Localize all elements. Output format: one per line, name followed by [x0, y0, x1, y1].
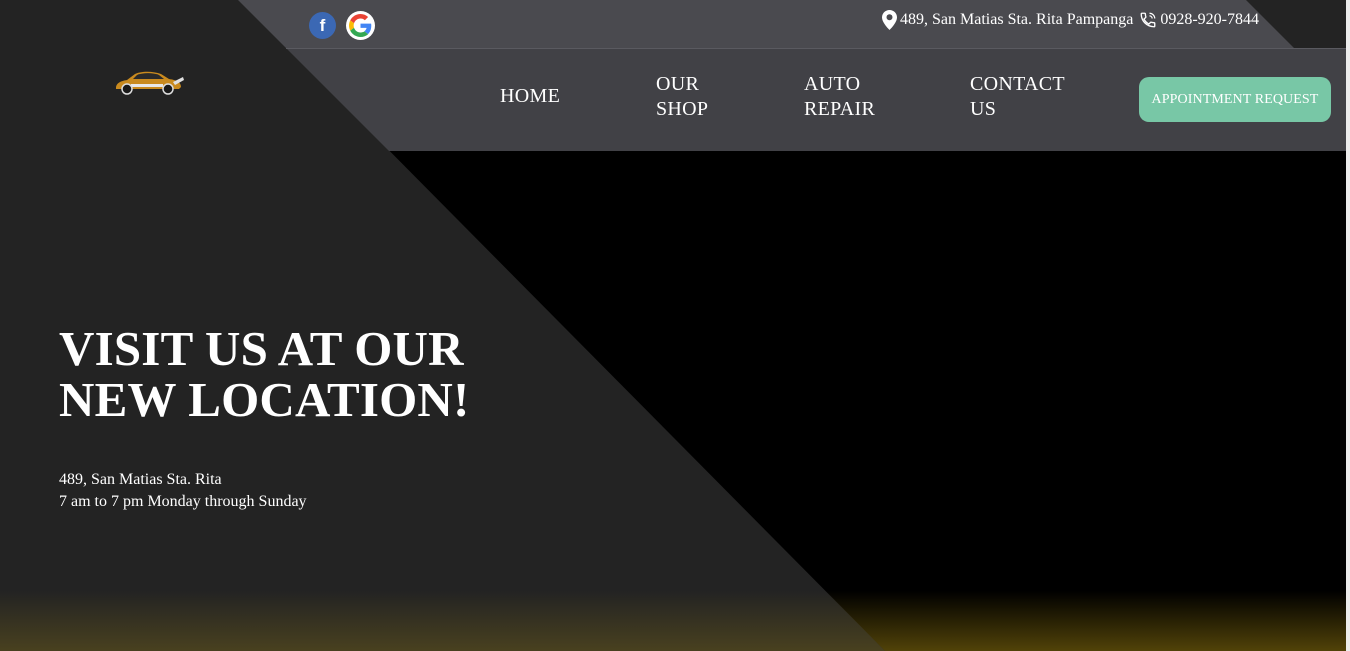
google-icon[interactable]: [346, 11, 375, 40]
logo[interactable]: [113, 70, 185, 96]
nav-home-label: HOME: [500, 85, 561, 107]
nav-contact-us[interactable]: CONTACT US: [970, 72, 1080, 122]
nav-our-shop-line2: SHOP: [656, 98, 709, 120]
top-bar-divider: [286, 48, 1346, 49]
top-phone[interactable]: 0928-920-7844: [1160, 11, 1259, 29]
top-address[interactable]: 489, San Matias Sta. Rita Pampanga: [900, 11, 1133, 29]
nav-our-shop[interactable]: OUR SHOP: [656, 72, 726, 122]
hero-address: 489, San Matias Sta. Rita: [59, 471, 222, 488]
facebook-icon[interactable]: f: [309, 12, 336, 39]
appointment-request-button[interactable]: APPOINTMENT REQUEST: [1139, 77, 1331, 122]
hero-info: 489, San Matias Sta. Rita 7 am to 7 pm M…: [59, 469, 307, 513]
hero-title: VISIT US AT OUR NEW LOCATION!: [59, 323, 519, 425]
nav-auto-repair[interactable]: AUTO REPAIR: [804, 72, 894, 122]
nav-auto-repair-line2: REPAIR: [804, 98, 876, 120]
social-links: f: [309, 11, 375, 40]
page: f 489, San Matias Sta. Rita Pampanga 092…: [0, 0, 1350, 651]
hero-title-line1: VISIT US AT OUR: [59, 321, 464, 376]
nav-our-shop-line1: OUR: [656, 73, 700, 95]
top-contact-info: 489, San Matias Sta. Rita Pampanga 0928-…: [882, 10, 1259, 30]
scrollbar-edge: [1346, 0, 1350, 651]
location-pin-icon: [882, 10, 898, 30]
hero-title-line2: NEW LOCATION!: [59, 372, 470, 427]
google-logo-icon: [349, 14, 372, 37]
nav-contact-us-line1: CONTACT: [970, 73, 1065, 95]
nav-auto-repair-line1: AUTO: [804, 73, 861, 95]
phone-icon: [1140, 12, 1156, 28]
nav-contact-us-line2: US: [970, 98, 997, 120]
nav-home[interactable]: HOME: [500, 84, 560, 109]
hero-hours: 7 am to 7 pm Monday through Sunday: [59, 493, 307, 510]
car-logo-icon: [116, 71, 184, 95]
